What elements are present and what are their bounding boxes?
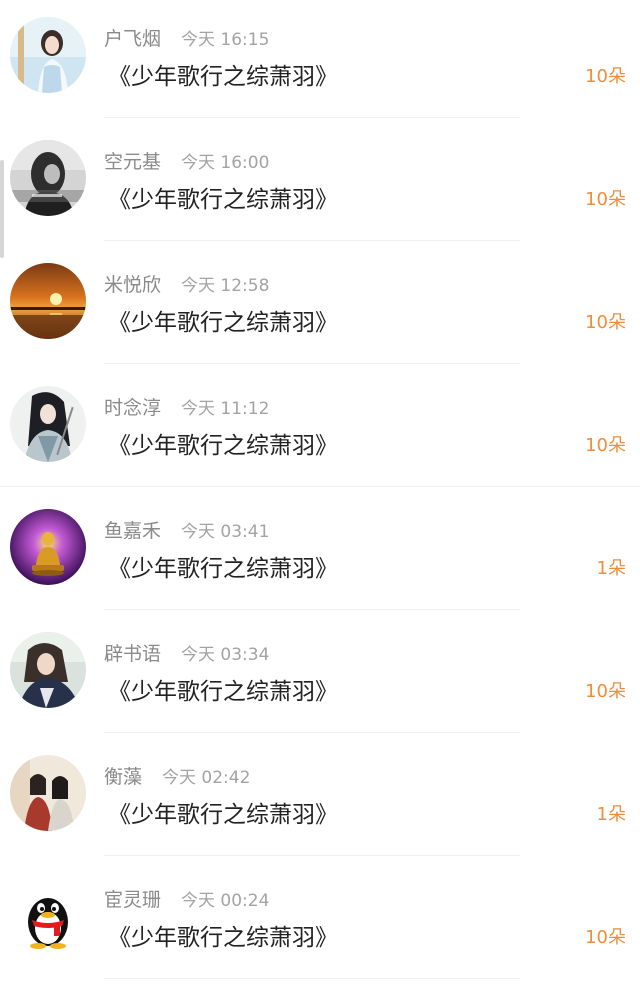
swordsman-image: [10, 386, 86, 462]
sender-name[interactable]: 空元基: [104, 151, 161, 173]
list-item[interactable]: 户飞烟 今天 16:15 《少年歌行之综萧羽》 10朵: [0, 0, 640, 123]
list-item[interactable]: 宦灵珊 今天 00:24 《少年歌行之综萧羽》 10朵: [0, 861, 640, 984]
send-time: 今天 16:15: [181, 30, 270, 50]
couple-painting-image: [10, 755, 86, 831]
send-time: 今天 16:00: [181, 153, 270, 173]
sender-meta: 时念淳 今天 11:12: [104, 393, 269, 420]
list-item[interactable]: 空元基 今天 16:00 《少年歌行之综萧羽》 10朵: [0, 123, 640, 246]
gift-count: 10朵: [585, 927, 626, 948]
sender-meta: 辟书语 今天 03:34: [104, 639, 269, 666]
book-title[interactable]: 《少年歌行之综萧羽》: [108, 180, 338, 214]
gift-count: 10朵: [585, 435, 626, 456]
book-title[interactable]: 《少年歌行之综萧羽》: [108, 57, 338, 91]
sender-meta: 衡藻 今天 02:42: [104, 762, 250, 789]
avatar[interactable]: [10, 632, 86, 708]
grayscale-portrait-image: [10, 140, 86, 216]
gift-record-list: 户飞烟 今天 16:15 《少年歌行之综萧羽》 10朵 空元基 今天 16:00 《…: [0, 0, 640, 984]
list-item[interactable]: 鱼嘉禾 今天 03:41 《少年歌行之综萧羽》 1朵: [0, 492, 640, 615]
sunset-image: [10, 263, 86, 339]
sender-name[interactable]: 衡藻: [104, 766, 142, 788]
avatar[interactable]: [10, 509, 86, 585]
divider: [104, 978, 520, 979]
list-item[interactable]: 辟书语 今天 03:34 《少年歌行之综萧羽》 10朵: [0, 615, 640, 738]
gift-count: 1朵: [596, 804, 626, 825]
gift-count: 10朵: [585, 189, 626, 210]
book-title[interactable]: 《少年歌行之综萧羽》: [108, 672, 338, 706]
sender-meta: 鱼嘉禾 今天 03:41: [104, 516, 269, 543]
sender-meta: 米悦欣 今天 12:58: [104, 270, 269, 297]
send-time: 今天 11:12: [181, 399, 270, 419]
divider: [104, 609, 520, 610]
avatar[interactable]: [10, 755, 86, 831]
gift-count: 10朵: [585, 681, 626, 702]
avatar[interactable]: [10, 17, 86, 93]
avatar[interactable]: [10, 878, 86, 954]
avatar[interactable]: [10, 386, 86, 462]
divider: [104, 240, 520, 241]
woman-portrait-image: [10, 632, 86, 708]
sender-name[interactable]: 户飞烟: [104, 28, 161, 50]
divider: [0, 486, 640, 487]
sender-name[interactable]: 米悦欣: [104, 274, 161, 296]
qq-penguin-icon: [10, 878, 86, 954]
send-time: 今天 03:41: [181, 522, 270, 542]
sender-meta: 空元基 今天 16:00: [104, 147, 269, 174]
sender-name[interactable]: 时念淳: [104, 397, 161, 419]
sender-meta: 户飞烟 今天 16:15: [104, 24, 269, 51]
golden-buddha-image: [10, 509, 86, 585]
gift-count: 10朵: [585, 66, 626, 87]
send-time: 今天 12:58: [181, 276, 270, 296]
girl-portrait-image: [10, 17, 86, 93]
list-item[interactable]: 米悦欣 今天 12:58 《少年歌行之综萧羽》 10朵: [0, 246, 640, 369]
list-item[interactable]: 时念淳 今天 11:12 《少年歌行之综萧羽》 10朵: [0, 369, 640, 492]
gift-count: 1朵: [596, 558, 626, 579]
list-item[interactable]: 衡藻 今天 02:42 《少年歌行之综萧羽》 1朵: [0, 738, 640, 861]
sender-name[interactable]: 宦灵珊: [104, 889, 161, 911]
book-title[interactable]: 《少年歌行之综萧羽》: [108, 795, 338, 829]
send-time: 今天 00:24: [181, 891, 270, 911]
gift-count: 10朵: [585, 312, 626, 333]
divider: [104, 732, 520, 733]
avatar[interactable]: [10, 263, 86, 339]
book-title[interactable]: 《少年歌行之综萧羽》: [108, 426, 338, 460]
book-title[interactable]: 《少年歌行之综萧羽》: [108, 303, 338, 337]
send-time: 今天 03:34: [181, 645, 270, 665]
book-title[interactable]: 《少年歌行之综萧羽》: [108, 918, 338, 952]
sender-name[interactable]: 鱼嘉禾: [104, 520, 161, 542]
divider: [104, 117, 520, 118]
divider: [104, 363, 520, 364]
divider: [104, 855, 520, 856]
send-time: 今天 02:42: [162, 768, 251, 788]
sender-name[interactable]: 辟书语: [104, 643, 161, 665]
sender-meta: 宦灵珊 今天 00:24: [104, 885, 269, 912]
avatar[interactable]: [10, 140, 86, 216]
book-title[interactable]: 《少年歌行之综萧羽》: [108, 549, 338, 583]
